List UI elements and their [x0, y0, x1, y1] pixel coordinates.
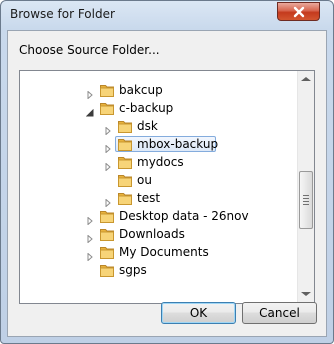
tree-item[interactable]: bakcup	[20, 81, 296, 100]
tree-item-label: ou	[137, 173, 152, 187]
tree-item-label: c-backup	[119, 101, 174, 115]
close-button[interactable]	[277, 2, 320, 21]
folder-icon	[99, 244, 115, 260]
vertical-scrollbar[interactable]	[297, 71, 314, 303]
tree-item-label: test	[137, 191, 161, 205]
folder-icon	[99, 82, 115, 98]
title-bar[interactable]: Browse for Folder	[1, 1, 333, 29]
tree-item[interactable]: My Documents	[20, 243, 296, 262]
tree-item-label: mbox-backup	[137, 137, 219, 151]
folder-icon	[99, 208, 115, 224]
folder-icon	[99, 262, 115, 278]
tree-item[interactable]: Desktop data - 26nov	[20, 207, 296, 226]
tree-item[interactable]: ou	[20, 171, 296, 189]
close-icon	[293, 6, 305, 18]
tree-item[interactable]: Downloads	[20, 225, 296, 244]
expand-triangle-icon[interactable]	[104, 158, 112, 172]
tree-item[interactable]: dsk	[20, 117, 296, 136]
tree-item-label: My Documents	[119, 245, 209, 259]
ok-button[interactable]: OK	[161, 302, 236, 324]
expand-triangle-icon[interactable]	[104, 122, 112, 136]
folder-icon	[117, 136, 133, 152]
expand-triangle-icon[interactable]	[104, 140, 112, 154]
dialog-prompt: Choose Source Folder...	[19, 43, 160, 57]
tree-item[interactable]: mydocs	[20, 153, 296, 172]
tree-item-label: dsk	[137, 119, 158, 133]
expand-triangle-icon[interactable]	[86, 212, 94, 226]
expand-triangle-icon[interactable]	[86, 86, 94, 100]
tree-item[interactable]: test	[20, 189, 296, 208]
tree-item-label: mydocs	[137, 155, 184, 169]
folder-tree[interactable]: bakcup c-backup dsk mbox-backup mydocs ou test…	[19, 70, 315, 304]
tree-item[interactable]: c-backup	[20, 99, 296, 117]
collapse-triangle-icon[interactable]	[85, 104, 94, 117]
dialog-body: Choose Source Folder... bakcup c-backup ds…	[7, 30, 327, 337]
expand-triangle-icon[interactable]	[86, 230, 94, 244]
expand-triangle-icon[interactable]	[104, 194, 112, 208]
folder-icon	[99, 226, 115, 242]
browse-for-folder-dialog: Browse for Folder Choose Source Folder..…	[0, 0, 334, 344]
tree-item[interactable]: mbox-backup	[20, 135, 296, 154]
scrollbar-thumb[interactable]	[299, 171, 313, 229]
expand-triangle-icon[interactable]	[86, 248, 94, 262]
tree-item-label: Desktop data - 26nov	[119, 209, 249, 223]
folder-icon	[99, 100, 115, 116]
folder-icon	[117, 118, 133, 134]
folder-icon	[117, 154, 133, 170]
folder-icon	[117, 190, 133, 206]
tree-item-label: sgps	[119, 263, 147, 277]
scroll-up-arrow-icon[interactable]	[301, 77, 311, 81]
tree-item-label: Downloads	[119, 227, 185, 241]
tree-item[interactable]: sgps	[20, 261, 296, 279]
folder-icon	[117, 172, 133, 188]
cancel-button[interactable]: Cancel	[242, 302, 317, 324]
window-title: Browse for Folder	[10, 7, 115, 21]
tree-item-label: bakcup	[119, 83, 163, 97]
scroll-down-arrow-icon[interactable]	[301, 292, 311, 296]
